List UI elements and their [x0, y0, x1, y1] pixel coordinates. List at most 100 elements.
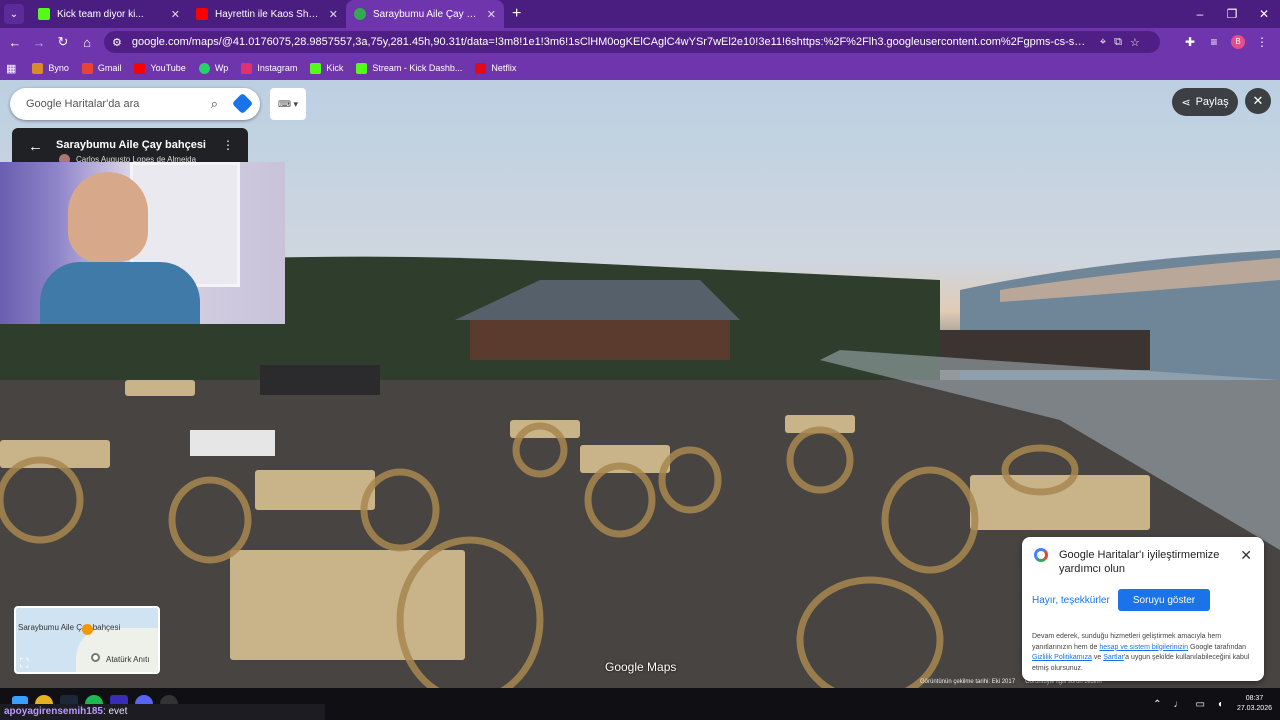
chat-username: apoyagirensemih185: [4, 706, 103, 717]
kick-icon: [310, 62, 322, 74]
more-vert-icon[interactable]: ⋮: [222, 138, 234, 152]
clock-time: 08:37: [1245, 695, 1264, 702]
kick-icon: [38, 8, 50, 20]
apps-grid-icon[interactable]: ▦: [6, 62, 16, 75]
clock[interactable]: 08:37 27.03.2026: [1237, 694, 1272, 714]
bookmark-gmail[interactable]: Gmail: [81, 62, 122, 74]
bookmark-label: Instagram: [257, 63, 298, 73]
bookmark-label: Wp: [214, 63, 229, 73]
restore-icon[interactable]: ❐: [1216, 0, 1248, 28]
bookmark-netflix[interactable]: Netflix: [475, 62, 517, 74]
bookmark-label: Kick: [326, 63, 344, 73]
account-info-link[interactable]: hesap ve sistem bilgilerinizin: [1099, 644, 1188, 651]
search-icon[interactable]: ⌕: [211, 96, 218, 112]
decline-button[interactable]: Hayır, teşekkürler: [1032, 595, 1110, 606]
whatsapp-icon: [198, 62, 210, 74]
bookmark-instagram[interactable]: Instagram: [241, 62, 298, 74]
profile-avatar[interactable]: B: [1231, 35, 1245, 49]
place-name: Saraybumu Aile Çay bahçesi: [56, 139, 206, 151]
bookmarks-bar: ▦ Byno Gmail YouTube Wp Instagram Kick S…: [0, 56, 1280, 80]
gmail-icon: [81, 62, 93, 74]
stream-chat-line: apoyagirensemih185: evet: [0, 704, 325, 720]
google-maps-watermark: Google Maps: [605, 660, 677, 674]
keyboard-icon: ⌨ ▾: [277, 98, 298, 109]
tab-title: Hayrettin ile Kaos Show - 2.Sez...: [215, 8, 323, 20]
forward-icon[interactable]: →: [27, 35, 51, 50]
bookmark-youtube[interactable]: YouTube: [134, 62, 186, 74]
maps-search-input[interactable]: Google Haritalar'da ara ⌕: [10, 88, 260, 120]
tab-maps[interactable]: Saraybumu Aile Çay bahçesi - ... ✕: [346, 0, 504, 28]
maps-pin-icon: [354, 8, 366, 20]
system-tray: ⌃ ♩ ▭ ◖ 08:37 27.03.2026: [1141, 688, 1272, 720]
clock-date: 27.03.2026: [1236, 705, 1272, 712]
back-arrow-icon[interactable]: ←: [28, 138, 43, 155]
location-dot-icon: [91, 653, 100, 662]
share-icon: ⋖: [1181, 96, 1191, 109]
directions-icon[interactable]: [231, 92, 254, 115]
expand-icon[interactable]: ⛶: [20, 656, 28, 671]
bookmark-stream-dashboard[interactable]: Stream - Kick Dashb...: [356, 62, 463, 74]
minimize-icon[interactable]: –: [1184, 0, 1216, 28]
screen: ⌄ Kick team diyor ki... ✕ Hayrettin ile …: [0, 0, 1280, 720]
close-icon[interactable]: ✕: [1240, 547, 1252, 564]
chevron-up-icon[interactable]: ⌃: [1153, 699, 1161, 710]
capture-date: Görüntünün çekilme tarihi: Eki 2017: [920, 679, 1016, 685]
tab-youtube[interactable]: Hayrettin ile Kaos Show - 2.Sez... ✕: [188, 0, 346, 28]
tab-search-button[interactable]: ⌄: [4, 4, 24, 24]
tab-kick[interactable]: Kick team diyor ki... ✕: [30, 0, 188, 28]
instagram-icon: [241, 62, 253, 74]
google-logo-icon: [1034, 548, 1048, 562]
minimap[interactable]: Saraybumu Aile Çay bahçesi Atatürk Anıtı…: [14, 606, 160, 674]
volume-icon[interactable]: ◖: [1217, 699, 1223, 710]
netflix-icon: [475, 62, 487, 74]
bookmark-label: Netflix: [491, 63, 517, 73]
bookmark-kick[interactable]: Kick: [310, 62, 344, 74]
back-icon[interactable]: ←: [3, 35, 27, 50]
close-icon[interactable]: ✕: [487, 8, 496, 21]
minimap-place-label: Saraybumu Aile Çay bahçesi: [18, 623, 121, 632]
legal-text: Google tarafından: [1190, 643, 1247, 651]
streamer-webcam-overlay: [0, 162, 285, 324]
toolbar-actions: ✚ ≡ B ⋮: [1178, 28, 1274, 56]
share-button[interactable]: ⋖ Paylaş: [1172, 88, 1238, 116]
browser-toolbar: ← → ↻ ⌂ ⚙ google.com/maps/@41.0176075,28…: [0, 28, 1280, 56]
minimap-land: [76, 628, 158, 672]
survey-legal-text: Devam ederek, sunduğu hizmetleri gelişti…: [1032, 632, 1254, 674]
privacy-policy-link[interactable]: Gizlilik Politikamıza: [1032, 654, 1092, 661]
close-icon[interactable]: ✕: [171, 8, 180, 21]
survey-question: Google Haritalar'ı iyileştirmemize yardı…: [1059, 549, 1220, 575]
reload-icon[interactable]: ↻: [51, 34, 75, 50]
bookmark-wp[interactable]: Wp: [198, 62, 229, 74]
media-icon[interactable]: ≡: [1202, 35, 1226, 49]
close-icon[interactable]: ✕: [329, 8, 338, 21]
bookmark-label: Gmail: [97, 63, 122, 73]
bookmark-star-icon[interactable]: ☆: [1130, 36, 1140, 49]
install-icon[interactable]: ⧉: [1114, 36, 1122, 49]
network-icon[interactable]: ▭: [1195, 699, 1204, 710]
tab-title: Kick team diyor ki...: [57, 8, 144, 20]
microphone-icon[interactable]: ♩: [1173, 699, 1183, 710]
bookmark-byno[interactable]: Byno: [32, 62, 69, 74]
show-question-button[interactable]: Soruyu göster: [1118, 589, 1210, 611]
bookmark-label: YouTube: [150, 63, 186, 73]
site-info-icon[interactable]: ⚙: [112, 36, 122, 49]
close-street-view-button[interactable]: ✕: [1245, 88, 1271, 114]
terms-link[interactable]: Şartlar: [1103, 654, 1124, 661]
location-icon[interactable]: ⌖: [1100, 36, 1106, 49]
tab-title: Saraybumu Aile Çay bahçesi - ...: [373, 8, 481, 20]
close-window-icon[interactable]: ✕: [1248, 0, 1280, 28]
minimap-landmark-label: Atatürk Anıtı: [106, 655, 150, 664]
keyboard-layer-button[interactable]: ⌨ ▾: [270, 88, 306, 120]
bookmark-label: Stream - Kick Dashb...: [372, 63, 463, 73]
extensions-icon[interactable]: ✚: [1178, 35, 1202, 49]
survey-popup: Google Haritalar'ı iyileştirmemize yardı…: [1022, 537, 1264, 681]
address-bar[interactable]: ⚙ google.com/maps/@41.0176075,28.9857557…: [104, 31, 1160, 53]
bookmark-label: Byno: [48, 63, 69, 73]
youtube-icon: [196, 8, 208, 20]
planter: [190, 430, 275, 456]
search-placeholder: Google Haritalar'da ara: [26, 98, 140, 110]
menu-dots-icon[interactable]: ⋮: [1250, 35, 1274, 49]
kick-icon: [356, 62, 368, 74]
home-icon[interactable]: ⌂: [75, 35, 99, 50]
new-tab-button[interactable]: +: [512, 5, 521, 23]
